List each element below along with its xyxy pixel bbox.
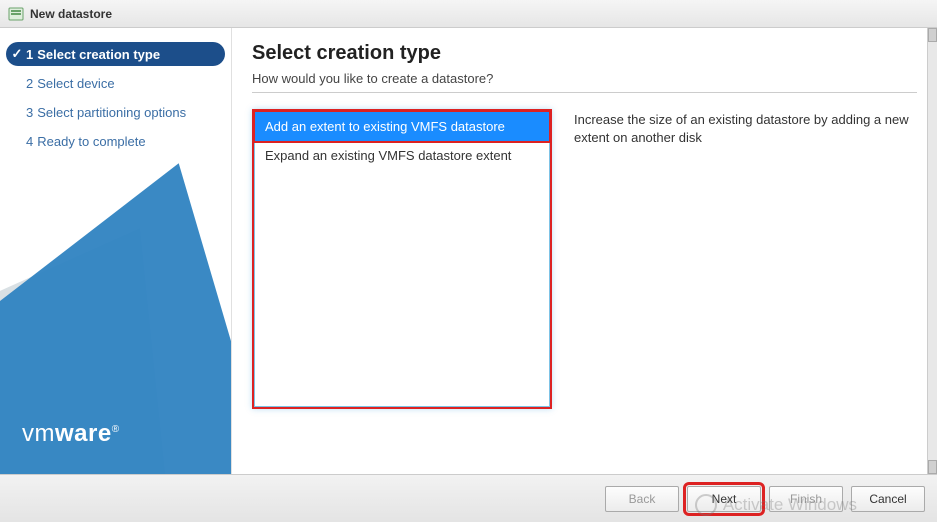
divider [252, 92, 917, 93]
scroll-down-icon[interactable] [928, 460, 937, 474]
step-label: Select partitioning options [37, 105, 186, 120]
option-label: Add an extent to existing VMFS datastore [265, 119, 505, 134]
step-select-device[interactable]: 2 Select device [6, 72, 225, 95]
wizard-sidebar: ✓ 1 Select creation type 2 Select device… [0, 28, 232, 474]
page-heading: Select creation type [252, 42, 917, 65]
main-area: ✓ 1 Select creation type 2 Select device… [0, 28, 937, 474]
step-label: Select creation type [37, 47, 160, 62]
next-button[interactable]: Next [687, 486, 761, 512]
option-expand-extent[interactable]: Expand an existing VMFS datastore extent [255, 141, 549, 171]
window-title: New datastore [30, 7, 112, 21]
finish-button[interactable]: Finish [769, 486, 843, 512]
step-label: Select device [37, 76, 114, 91]
option-label: Expand an existing VMFS datastore extent [265, 148, 511, 163]
page-subtitle: How would you like to create a datastore… [252, 71, 917, 86]
datastore-icon [8, 6, 24, 22]
option-description: Increase the size of an existing datasto… [574, 109, 917, 409]
titlebar: New datastore [0, 0, 937, 28]
step-number: 2 [26, 76, 33, 91]
checkmark-icon: ✓ [10, 46, 24, 62]
back-button[interactable]: Back [605, 486, 679, 512]
step-number: 1 [26, 47, 33, 62]
step-select-creation-type[interactable]: ✓ 1 Select creation type [6, 42, 225, 66]
vmware-logo: vmware® [22, 420, 120, 448]
scroll-up-icon[interactable] [928, 28, 937, 42]
scrollbar-vertical[interactable] [927, 28, 937, 474]
cancel-button[interactable]: Cancel [851, 486, 925, 512]
creation-type-listbox[interactable]: Add an extent to existing VMFS datastore… [252, 109, 552, 409]
option-add-extent[interactable]: Add an extent to existing VMFS datastore [253, 110, 551, 143]
wizard-footer: Back Next Finish Cancel Activate Windows [0, 474, 937, 522]
wizard-content: Select creation type How would you like … [232, 28, 937, 474]
